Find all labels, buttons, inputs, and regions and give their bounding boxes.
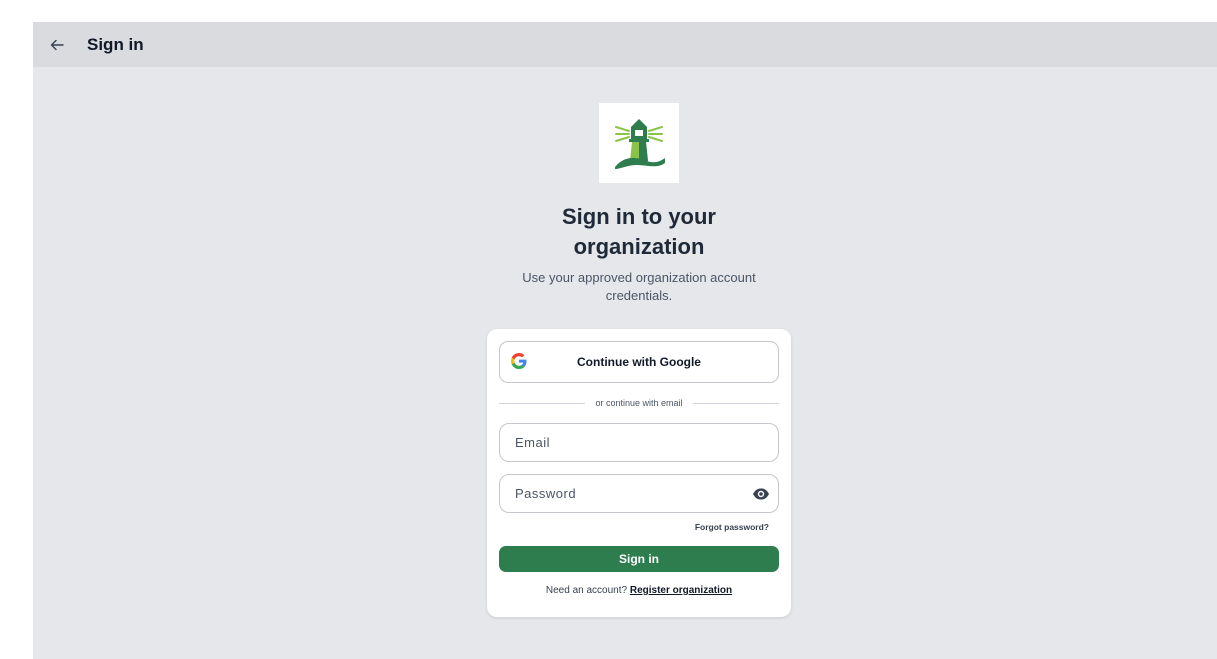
password-field-wrapper: [499, 474, 779, 513]
password-input[interactable]: [515, 475, 745, 512]
organization-logo: [599, 103, 679, 183]
register-organization-link[interactable]: Register organization: [630, 585, 732, 596]
divider-line-right: [692, 402, 780, 404]
eye-icon[interactable]: [752, 485, 770, 503]
lighthouse-logo-icon: [615, 119, 665, 169]
app-bar: Sign in: [33, 22, 1217, 67]
subtitle-line-2: credentials.: [605, 288, 673, 303]
divider-text: or continue with email: [595, 398, 683, 408]
register-prompt-text: Need an account?: [545, 585, 628, 596]
top-strip: [0, 0, 1217, 22]
sign-in-subtitle: Use your approved organization account c…: [473, 269, 805, 305]
heading-line-1: Sign in to your: [562, 204, 716, 229]
google-button-label: Continue with Google: [577, 355, 701, 369]
app-window: Sign in Sign in to your organization Use…: [33, 22, 1217, 659]
continue-with-google-button[interactable]: Continue with Google: [499, 341, 779, 383]
email-field-wrapper: [499, 423, 779, 462]
arrow-left-icon: [50, 39, 64, 50]
heading-line-2: organization: [573, 234, 705, 259]
google-icon: [511, 353, 527, 369]
register-prompt: Need an account? Register organization: [487, 585, 791, 596]
email-input[interactable]: [515, 424, 745, 461]
sign-in-button[interactable]: Sign in: [499, 546, 779, 572]
forgot-password-link[interactable]: Forgot password?: [695, 522, 769, 532]
back-button[interactable]: [43, 31, 71, 59]
sign-in-card: Continue with Google or continue with em…: [487, 329, 791, 617]
sign-in-heading: Sign in to your organization: [473, 202, 805, 262]
divider-line-left: [499, 402, 586, 404]
page-title: Sign in: [87, 34, 144, 54]
subtitle-line-1: Use your approved organization account: [522, 270, 756, 285]
email-divider: or continue with email: [499, 396, 780, 410]
